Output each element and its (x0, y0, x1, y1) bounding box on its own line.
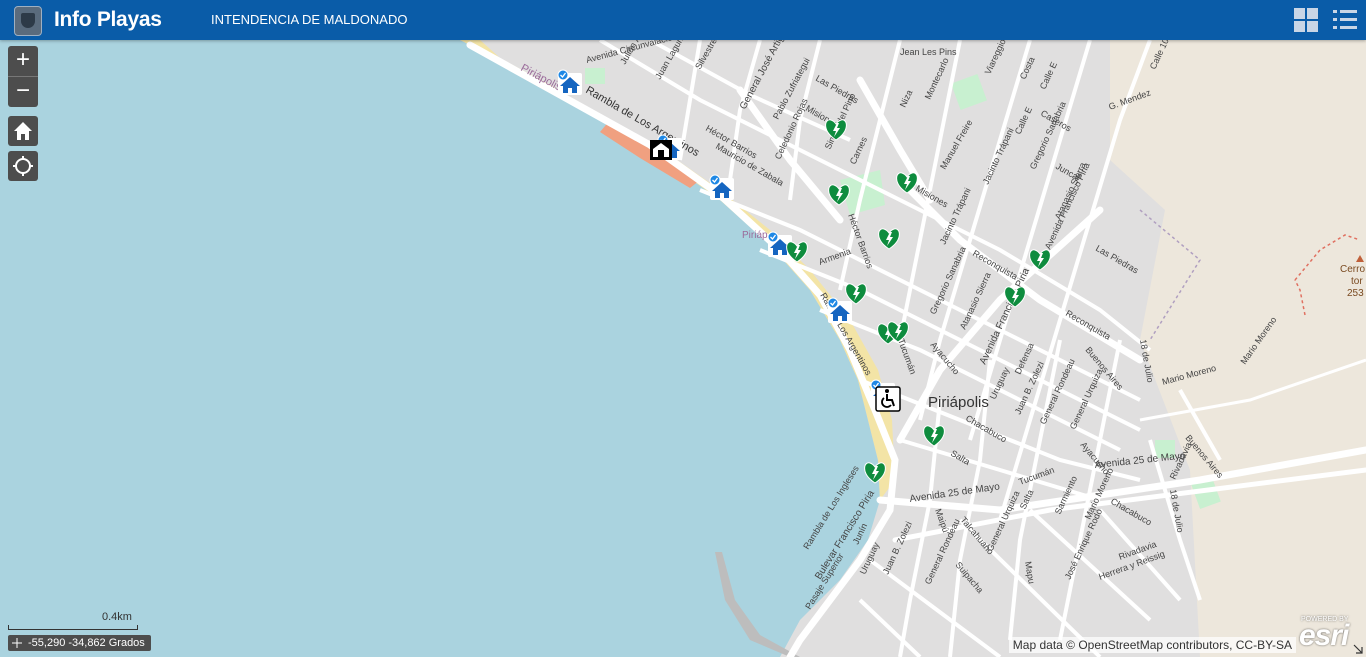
locate-icon (13, 156, 33, 176)
house-marker-icon[interactable] (557, 69, 583, 96)
zoom-out-button[interactable]: − (8, 76, 38, 107)
coordinates-text: -55,290 -34,862 Grados (28, 637, 145, 649)
street-label: Piriáp (742, 230, 768, 241)
street-label: Jean Les Pins (900, 47, 957, 57)
house-marker-icon[interactable] (827, 297, 853, 324)
esri-logo[interactable]: POWERED BY esri (1299, 616, 1349, 652)
app-header: Info Playas INTENDENCIA DE MALDONADO (0, 0, 1366, 40)
map-attribution: Map data © OpenStreetMap contributors, C… (1008, 637, 1296, 653)
resize-icon[interactable] (1352, 643, 1364, 655)
map-view[interactable]: Piriápolis Rambla de Los Argentinos Aven… (0, 40, 1366, 657)
house-marker-icon[interactable] (709, 174, 735, 201)
city-label: Piriápolis (928, 394, 989, 411)
zoom-control: + − (8, 46, 38, 107)
hill-label: Cerro (1340, 264, 1365, 275)
wheelchair-accessible-icon[interactable] (875, 386, 901, 412)
crosshair-icon (12, 638, 22, 648)
zoom-in-button[interactable]: + (8, 46, 38, 76)
scale-bar-line (8, 625, 138, 630)
home-button[interactable] (8, 116, 38, 146)
hill-label: tor (1351, 276, 1363, 287)
app-title: Info Playas (54, 8, 162, 31)
coordinates-display[interactable]: -55,290 -34,862 Grados (8, 635, 151, 651)
scale-label: 0.4km (102, 611, 132, 623)
lifeguard-tower-icon[interactable] (650, 140, 672, 160)
map-canvas[interactable]: Piriápolis Rambla de Los Argentinos Aven… (0, 40, 1366, 657)
park (585, 68, 605, 84)
org-name: INTENDENCIA DE MALDONADO (211, 12, 408, 27)
home-icon (14, 122, 32, 140)
list-icon[interactable] (1331, 6, 1359, 34)
esri-word: esri (1299, 619, 1349, 652)
locate-button[interactable] (8, 151, 38, 181)
grid-icon[interactable] (1292, 6, 1320, 34)
hill-label: 253 (1347, 288, 1364, 299)
app-logo-icon (14, 6, 42, 36)
